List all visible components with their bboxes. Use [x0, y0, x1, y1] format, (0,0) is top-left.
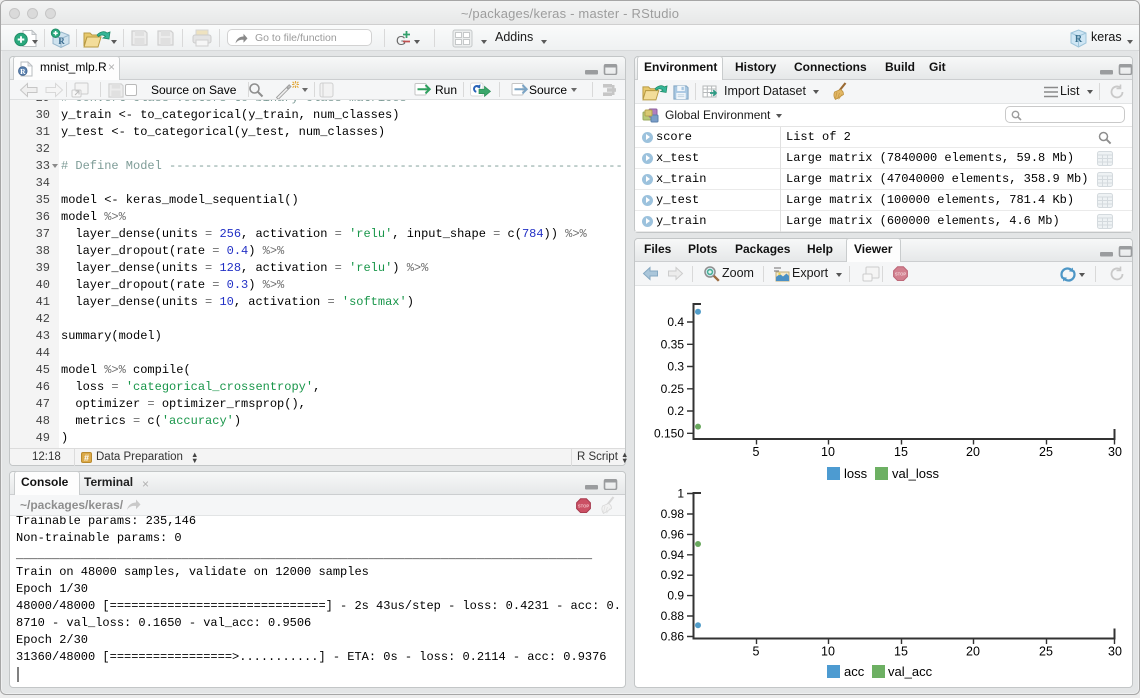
svg-text:R: R — [58, 36, 65, 46]
svg-text:val_loss: val_loss — [892, 466, 939, 481]
svg-text:STOP: STOP — [895, 272, 907, 277]
svg-text:10: 10 — [821, 445, 835, 459]
svg-text:0.4: 0.4 — [667, 315, 684, 329]
svg-text:0.150: 0.150 — [654, 426, 684, 440]
svg-text:0.98: 0.98 — [661, 507, 685, 521]
svg-text:20: 20 — [966, 645, 980, 659]
svg-text:0.3: 0.3 — [667, 360, 684, 374]
svg-text:20: 20 — [966, 445, 980, 459]
svg-text:25: 25 — [1039, 445, 1053, 459]
svg-text:15: 15 — [894, 445, 908, 459]
svg-text:10: 10 — [821, 645, 835, 659]
svg-text:5: 5 — [753, 445, 760, 459]
svg-text:30: 30 — [1108, 445, 1122, 459]
svg-text:0.94: 0.94 — [661, 548, 685, 562]
svg-text:30: 30 — [1108, 645, 1122, 659]
svg-text:0.96: 0.96 — [661, 527, 685, 541]
svg-text:STOP: STOP — [578, 504, 590, 509]
svg-text:0.2: 0.2 — [667, 404, 684, 418]
svg-text:0.88: 0.88 — [661, 609, 685, 623]
svg-text:0.25: 0.25 — [661, 382, 685, 396]
svg-text:R: R — [20, 67, 26, 76]
svg-text:acc: acc — [844, 664, 865, 679]
svg-text:val_acc: val_acc — [888, 664, 933, 679]
svg-text:1: 1 — [677, 487, 684, 501]
svg-text:0.35: 0.35 — [661, 337, 685, 351]
svg-text:0.92: 0.92 — [661, 568, 685, 582]
svg-text:R: R — [1075, 34, 1083, 45]
svg-text:loss: loss — [844, 466, 868, 481]
svg-text:15: 15 — [894, 645, 908, 659]
svg-text:25: 25 — [1039, 645, 1053, 659]
svg-text:0.86: 0.86 — [661, 630, 685, 644]
svg-text:5: 5 — [753, 645, 760, 659]
svg-text:0.9: 0.9 — [667, 589, 684, 603]
